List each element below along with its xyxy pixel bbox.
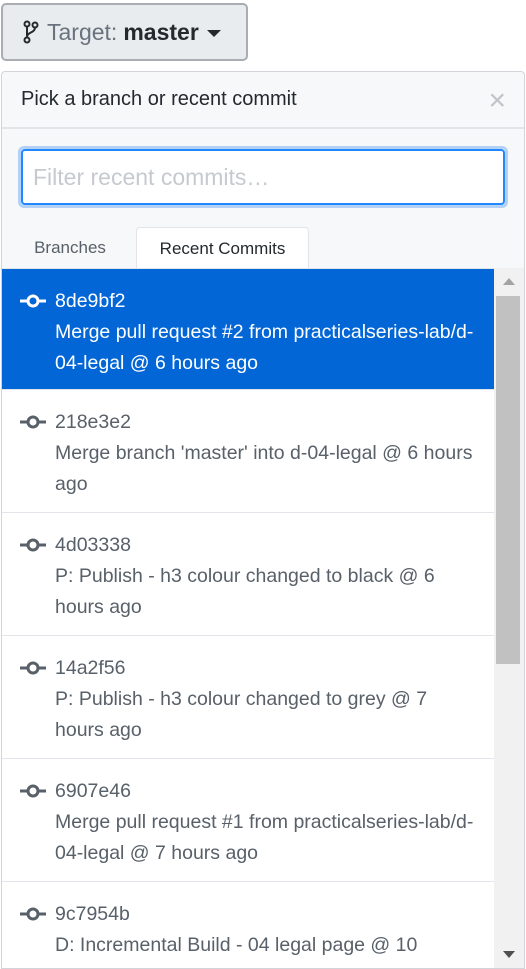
branch-picker-panel: Pick a branch or recent commit × Branche…: [1, 71, 525, 969]
panel-title: Pick a branch or recent commit: [21, 88, 297, 110]
commit-sha: 14a2f56: [55, 657, 126, 679]
commit-sha: 6907e46: [55, 780, 131, 802]
filter-commits-input[interactable]: [21, 149, 505, 205]
commit-sha: 9c7954b: [55, 903, 130, 925]
git-commit-icon: [20, 294, 46, 308]
filter-wrapper: [18, 146, 508, 208]
commit-sha: 4d03338: [55, 534, 131, 556]
target-label: Target:: [47, 18, 118, 45]
scrollbar[interactable]: [494, 268, 524, 968]
tab-branches[interactable]: Branches: [20, 227, 120, 269]
commit-sha: 8de9bf2: [55, 290, 126, 312]
panel-header: Pick a branch or recent commit: [2, 72, 524, 129]
tabs: Branches Recent Commits: [2, 227, 524, 269]
git-commit-icon: [20, 784, 46, 798]
target-branch-button[interactable]: Target: master: [1, 3, 248, 61]
caret-down-icon: [206, 30, 221, 37]
commit-item[interactable]: 4d03338 P: Publish - h3 colour changed t…: [2, 513, 495, 636]
commit-message: Merge branch 'master' into d-04-legal @ …: [55, 442, 473, 495]
commit-message: P: Publish - h3 colour changed to black …: [55, 565, 435, 618]
commit-item[interactable]: 218e3e2 Merge branch 'master' into d-04-…: [2, 390, 495, 513]
commit-message: P: Publish - h3 colour changed to grey @…: [55, 688, 428, 741]
scroll-down-icon[interactable]: [503, 951, 515, 958]
scroll-up-icon[interactable]: [503, 278, 515, 285]
commit-item[interactable]: 9c7954b D: Incremental Build - 04 legal …: [2, 882, 495, 968]
commit-message: D: Incremental Build - 04 legal page @ 1…: [55, 934, 418, 956]
commit-item[interactable]: 14a2f56 P: Publish - h3 colour changed t…: [2, 636, 495, 759]
scrollbar-thumb[interactable]: [496, 296, 520, 664]
git-branch-icon: [23, 20, 39, 44]
tab-recent-commits[interactable]: Recent Commits: [136, 227, 309, 269]
commit-sha: 218e3e2: [55, 411, 131, 433]
commit-item[interactable]: 6907e46 Merge pull request #1 from pract…: [2, 759, 495, 882]
git-commit-icon: [20, 538, 46, 552]
close-icon[interactable]: ×: [488, 86, 506, 116]
commit-message: Merge pull request #2 from practicalseri…: [55, 321, 474, 374]
commit-list: 8de9bf2 Merge pull request #2 from pract…: [2, 268, 495, 968]
git-commit-icon: [20, 907, 46, 921]
git-commit-icon: [20, 415, 46, 429]
commit-item[interactable]: 8de9bf2 Merge pull request #2 from pract…: [2, 269, 495, 390]
commit-message: Merge pull request #1 from practicalseri…: [55, 811, 474, 864]
target-value: master: [123, 18, 199, 45]
git-commit-icon: [20, 661, 46, 675]
